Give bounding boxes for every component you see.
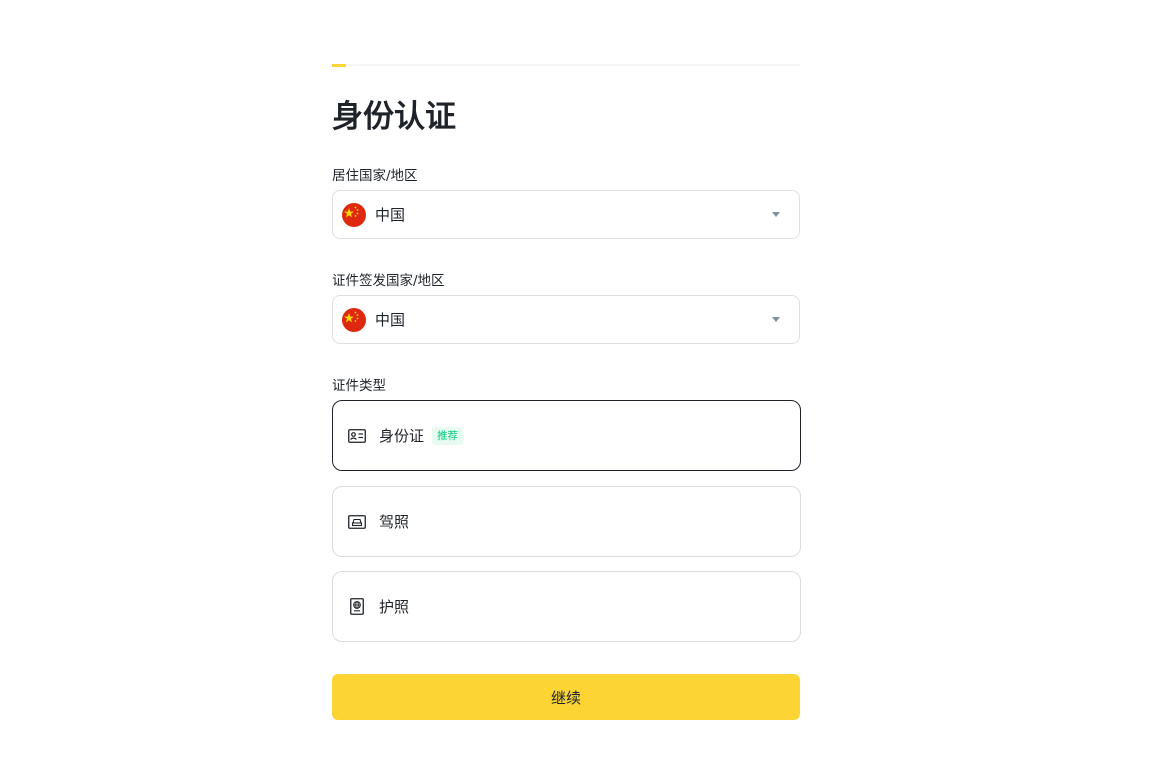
doc-option-passport[interactable]: 护照 [332, 571, 801, 642]
issuing-country-select[interactable]: 中国 [332, 295, 800, 344]
page-title: 身份认证 [332, 99, 456, 135]
doc-option-id-card[interactable]: 身份证 推荐 [332, 400, 801, 471]
document-type-label: 证件类型 [332, 378, 386, 394]
residence-country-label: 居住国家/地区 [332, 168, 418, 184]
doc-option-driver-license[interactable]: 驾照 [332, 486, 801, 557]
chevron-down-icon [772, 212, 780, 217]
driver-license-icon [348, 513, 366, 531]
chevron-down-icon [772, 317, 780, 322]
doc-option-label: 驾照 [379, 513, 410, 531]
residence-country-select[interactable]: 中国 [332, 190, 800, 239]
progress-bar-fill [332, 64, 346, 67]
passport-icon [348, 598, 366, 616]
progress-bar [332, 64, 800, 67]
id-card-icon [348, 427, 366, 445]
china-flag-icon [342, 307, 366, 332]
china-flag-icon [342, 202, 366, 227]
doc-option-label: 护照 [379, 598, 410, 616]
doc-option-label: 身份证 [379, 427, 425, 445]
recommended-badge: 推荐 [432, 426, 464, 445]
issuing-country-label: 证件签发国家/地区 [332, 273, 445, 289]
issuing-country-value: 中国 [375, 311, 406, 329]
residence-country-value: 中国 [375, 206, 406, 224]
continue-button[interactable]: 继续 [332, 674, 800, 720]
